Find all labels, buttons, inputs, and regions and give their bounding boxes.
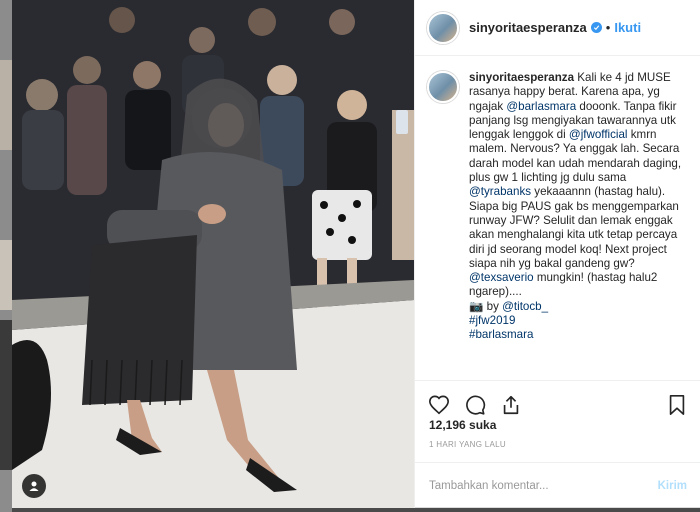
comment-icon[interactable] bbox=[463, 393, 487, 417]
post-sidebar: sinyoritaesperanza • Ikuti sinyoritaespe… bbox=[414, 0, 700, 508]
separator-dot: • bbox=[605, 20, 611, 35]
post-photo bbox=[12, 0, 414, 508]
post-modal: sinyoritaesperanza • Ikuti sinyoritaespe… bbox=[12, 0, 700, 508]
comment-box: Kirim bbox=[415, 462, 700, 508]
hashtag-link[interactable]: #barlasmara bbox=[469, 328, 533, 341]
action-bar bbox=[415, 380, 700, 422]
camera-icon: 📷 bbox=[469, 299, 484, 313]
caption-text: sinyoritaesperanza Kali ke 4 jd MUSE ras… bbox=[469, 71, 689, 375]
post-header: sinyoritaesperanza • Ikuti bbox=[415, 0, 700, 56]
caption-avatar[interactable] bbox=[427, 71, 459, 103]
caption-username[interactable]: sinyoritaesperanza bbox=[469, 71, 574, 84]
mention-link[interactable]: @jfwofficial bbox=[569, 128, 628, 141]
user-tag-icon[interactable] bbox=[22, 474, 46, 498]
mention-link[interactable]: @barlasmara bbox=[506, 100, 576, 113]
bookmark-icon[interactable] bbox=[665, 393, 689, 417]
share-icon[interactable] bbox=[499, 393, 523, 417]
mention-link[interactable]: @titocb_ bbox=[502, 300, 548, 313]
runway-photo-illustration bbox=[12, 0, 414, 508]
mention-link[interactable]: @texsaverio bbox=[469, 271, 534, 284]
likes-count[interactable]: 12,196 suka bbox=[429, 418, 496, 432]
post-comment-button[interactable]: Kirim bbox=[658, 480, 687, 492]
avatar[interactable] bbox=[427, 11, 459, 44]
mention-link[interactable]: @tyrabanks bbox=[469, 185, 531, 198]
heart-icon[interactable] bbox=[427, 393, 451, 417]
comment-input[interactable] bbox=[429, 479, 658, 492]
background-feed-edge bbox=[0, 0, 12, 512]
caption-area: sinyoritaesperanza Kali ke 4 jd MUSE ras… bbox=[415, 57, 700, 375]
post-timestamp[interactable]: 1 HARI YANG LALU bbox=[429, 440, 506, 449]
caption-part: by bbox=[483, 299, 503, 313]
hashtag-link[interactable]: #jfw2019 bbox=[469, 314, 515, 327]
follow-button[interactable]: Ikuti bbox=[614, 20, 641, 35]
header-username[interactable]: sinyoritaesperanza bbox=[469, 20, 587, 35]
verified-badge-icon bbox=[590, 22, 602, 33]
